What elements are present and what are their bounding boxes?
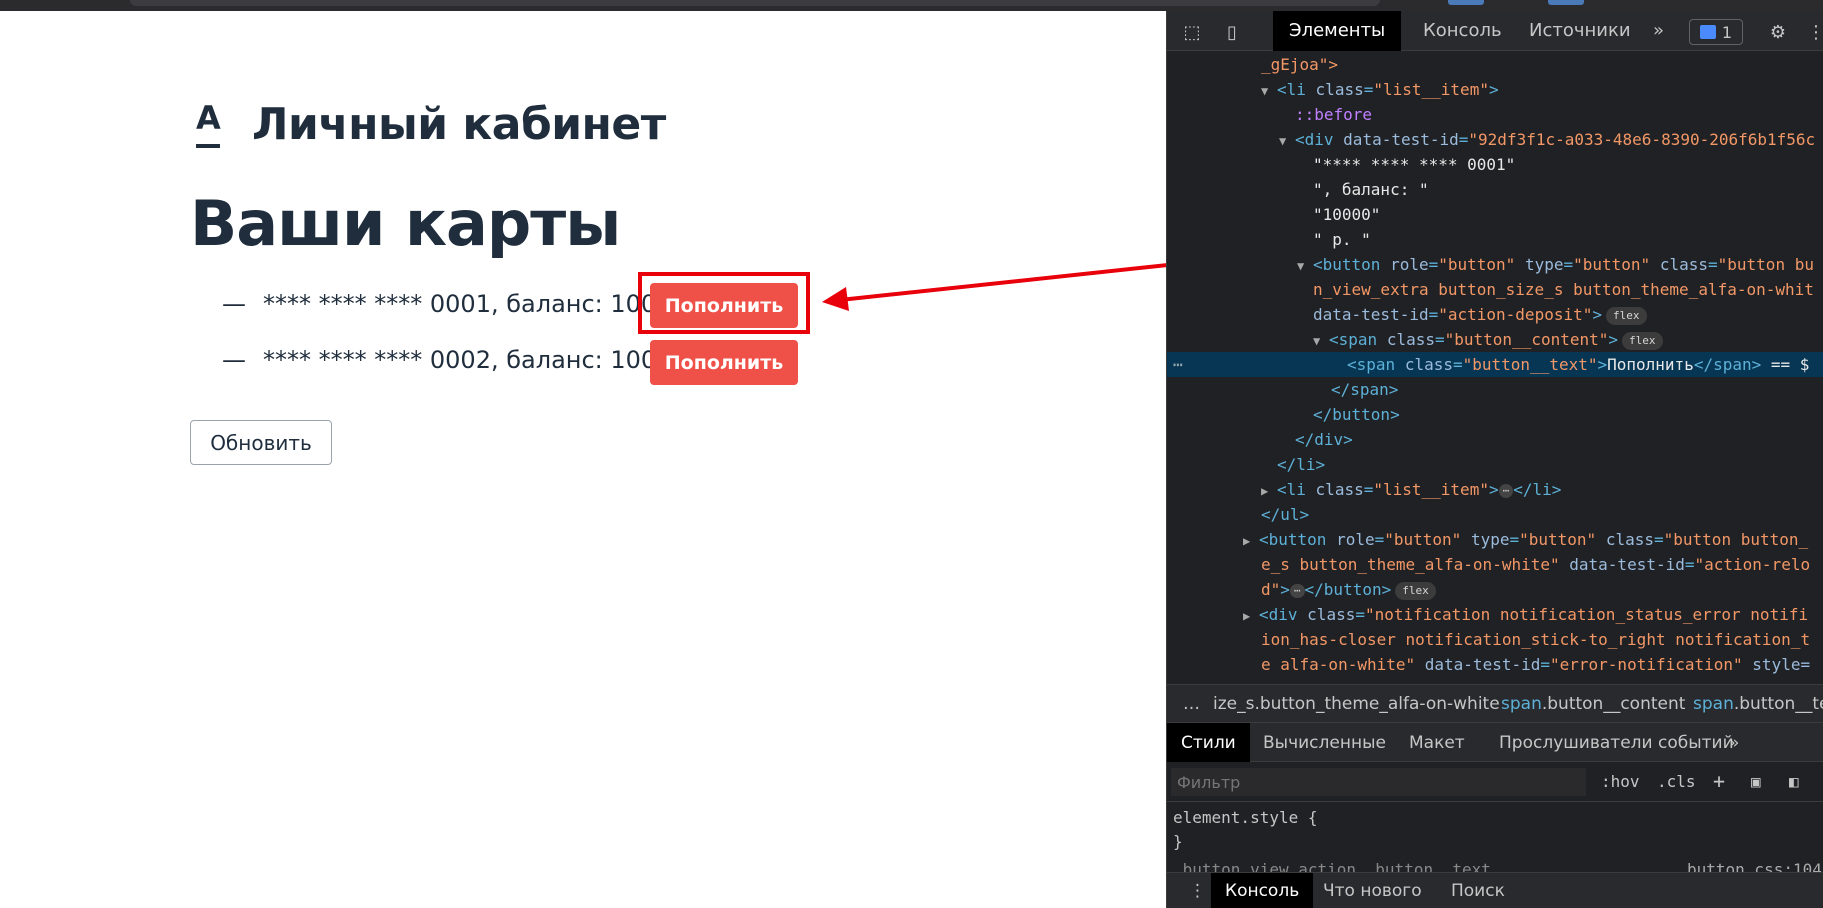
deposit-button[interactable]: Пополнить [650,340,798,385]
dom-breadcrumbs: … ize_s.button_theme_alfa-on-white span.… [1167,684,1823,722]
page-header-title: Личный кабинет [252,99,666,150]
hover-state-toggle[interactable]: :hov [1601,772,1640,791]
devtools-toolbar: ⬚ ▯ Элементы Консоль Источники » 1 ⚙ ⋮ [1167,11,1823,51]
drawer-tab-console[interactable]: Консоль [1211,873,1314,908]
more-tabs-icon[interactable]: » [1637,11,1680,51]
alfa-logo-underline [196,144,220,148]
style-rules: element.style { } .button_view_action .b… [1167,802,1823,879]
collapsed-triangle-icon[interactable]: ▶ [1243,529,1259,554]
drawer-tabs: ⋮ Консоль Что нового Поиск [1167,872,1823,908]
issues-count: 1 [1721,22,1733,42]
list-bullet-dash: — [222,290,246,318]
dom-node[interactable]: n_view_extra button_size_s button_theme_… [1167,277,1823,302]
address-bar[interactable] [130,0,1380,6]
dom-node[interactable]: ▼ <div data-test-id="92df3f1c-a033-48e6-8… [1167,127,1823,152]
annotation-highlight-box [638,272,810,334]
dom-text-node[interactable]: ", баланс: " [1167,177,1823,202]
devtools-panel: ⬚ ▯ Элементы Консоль Источники » 1 ⚙ ⋮ _… [1166,11,1823,908]
expanded-triangle-icon[interactable]: ▼ [1261,79,1277,104]
tab-sources[interactable]: Источники [1513,11,1647,51]
dom-node[interactable]: ▶ <li class="list__item"> ⋯ </li> [1167,477,1823,502]
dom-node[interactable]: </ul> [1167,502,1823,527]
collapsed-triangle-icon[interactable]: ▶ [1243,604,1259,629]
collapsed-content-icon[interactable]: ⋯ [1498,483,1514,498]
cards-section-title: Ваши карты [190,187,621,260]
extension-icon[interactable] [1448,0,1484,5]
card-list-item: — **** **** **** 0002, баланс: 10000 р. [222,337,717,383]
alfa-logo[interactable]: A [196,99,221,137]
dom-node[interactable]: ▶ <button role="button" type="button" cla… [1167,527,1823,552]
breadcrumb-item[interactable]: ize_s.button_theme_alfa-on-white [1213,685,1500,722]
web-page: A Личный кабинет Ваши карты — **** **** … [0,11,1166,908]
style-rule-close: } [1173,832,1183,851]
list-bullet-dash: — [222,346,246,374]
tab-event-listeners[interactable]: Прослушиватели событий [1485,723,1748,763]
flex-badge[interactable]: flex [1622,331,1663,350]
issues-icon [1699,25,1716,39]
styles-filter-bar: :hov .cls + ▣ ◧ [1167,762,1823,802]
more-actions-icon[interactable]: ⋯ [1173,352,1183,377]
dom-node[interactable]: data-test-id="action-deposit"> flex [1167,302,1823,327]
styles-filter-input[interactable] [1171,768,1586,796]
collapsed-content-icon[interactable]: ⋯ [1289,583,1305,598]
extension-icon[interactable] [1548,0,1584,5]
dom-node[interactable]: ▼ <li class="list__item"> [1167,77,1823,102]
style-rule-selector[interactable]: element.style { [1173,808,1318,827]
dom-node[interactable]: _gEjoa"> [1167,52,1823,77]
dom-node[interactable]: ▼ <button role="button" type="button" cla… [1167,252,1823,277]
tab-styles[interactable]: Стили [1167,723,1250,763]
collapsed-triangle-icon[interactable]: ▶ [1261,479,1277,504]
dom-node[interactable]: e alfa-on-white" data-test-id="error-not… [1167,652,1823,677]
tab-computed[interactable]: Вычисленные [1249,723,1400,763]
breadcrumb-more[interactable]: … [1183,685,1200,722]
dom-node[interactable]: e_s button_theme_alfa-on-white" data-tes… [1167,552,1823,577]
expanded-triangle-icon[interactable]: ▼ [1297,254,1313,279]
browser-top-strip [0,0,1823,11]
drawer-tab-search[interactable]: Поиск [1437,873,1519,908]
dom-node[interactable]: </div> [1167,427,1823,452]
dom-node[interactable]: ▼ <span class="button__content"> flex [1167,327,1823,352]
more-options-icon[interactable]: ⋮ [1805,21,1823,43]
dom-text-node[interactable]: " р. " [1167,227,1823,252]
inspect-element-icon[interactable]: ⬚ [1181,21,1203,43]
dom-node-selected[interactable]: ⋯ <span class="button__text">Пополнить</s… [1167,352,1823,377]
more-tabs-icon[interactable]: » [1715,723,1753,763]
dom-node[interactable]: ion_has-closer notification_stick-to_rig… [1167,627,1823,652]
flex-badge[interactable]: flex [1395,581,1436,600]
toggle-sidebar-icon[interactable]: ◧ [1789,772,1799,791]
tab-console[interactable]: Консоль [1407,11,1518,51]
tab-layout[interactable]: Макет [1395,723,1479,763]
dom-text-node[interactable]: "10000" [1167,202,1823,227]
dom-node[interactable]: ▶ <div class="notification notification_s… [1167,602,1823,627]
dom-node[interactable]: </li> [1167,452,1823,477]
issues-counter[interactable]: 1 [1689,19,1743,45]
dom-node[interactable]: ::before [1167,102,1823,127]
dom-node[interactable]: d"> ⋯ </button> flex [1167,577,1823,602]
dom-node[interactable]: </button> [1167,402,1823,427]
settings-gear-icon[interactable]: ⚙ [1767,21,1789,43]
dom-node[interactable]: </span> [1167,377,1823,402]
expanded-triangle-icon[interactable]: ▼ [1313,329,1329,354]
flex-badge[interactable]: flex [1606,306,1647,325]
dom-tree[interactable]: _gEjoa"> ▼ <li class="list__item"> ::befo… [1167,52,1823,684]
drawer-tab-whats-new[interactable]: Что нового [1309,873,1436,908]
reload-button[interactable]: Обновить [190,420,332,465]
styles-pane-tabs: Стили Вычисленные Макет Прослушиватели с… [1167,722,1823,763]
class-toggle[interactable]: .cls [1657,772,1696,791]
breadcrumb-item[interactable]: span.button__content [1501,685,1685,722]
dom-text-node[interactable]: "**** **** **** 0001" [1167,152,1823,177]
tab-elements[interactable]: Элементы [1273,11,1402,51]
breadcrumb-item[interactable]: span.button__tex [1693,685,1823,722]
device-toolbar-icon[interactable]: ▯ [1221,21,1243,43]
expanded-triangle-icon[interactable]: ▼ [1279,129,1295,154]
paint-brush-icon[interactable]: ▣ [1751,772,1761,791]
new-rule-button[interactable]: + [1713,769,1725,793]
